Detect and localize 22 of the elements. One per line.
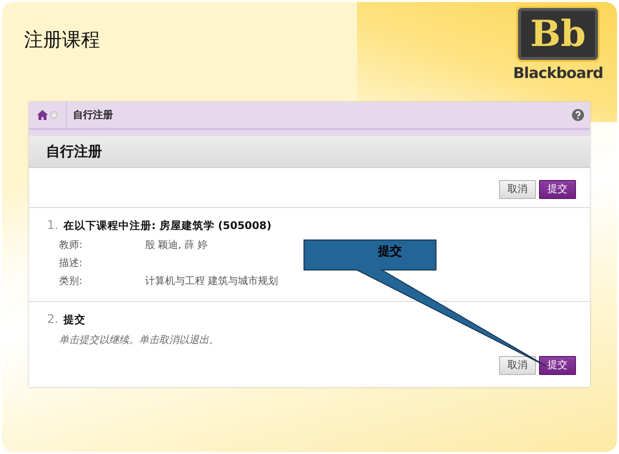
page-title: 自行注册 (29, 136, 590, 168)
field-value: 殷 颖迪, 薛 婷 (145, 238, 208, 253)
step-title: 提交 (63, 312, 86, 328)
logo-mark: Bb (518, 8, 598, 60)
field-label: 类别: (59, 274, 84, 289)
submit-button[interactable]: 提交 (539, 180, 576, 199)
step-number: 2. (47, 310, 58, 328)
help-icon[interactable] (572, 109, 584, 121)
instruction-text: 单击提交以继续。单击取消以退出。 (59, 334, 220, 348)
breadcrumb-item[interactable]: 自行注册 (67, 108, 113, 122)
slide-title: 注册课程 (24, 28, 100, 53)
callout-text: 提交 (376, 243, 403, 260)
home-icon[interactable] (37, 110, 48, 120)
step-title: 在以下课程中注册: 房屋建筑学 (505008) (63, 219, 272, 234)
submit-button[interactable]: 提交 (539, 356, 576, 374)
cancel-button[interactable]: 取消 (499, 180, 536, 199)
field-label: 描述: (59, 256, 84, 271)
field-value: 计算机与工程 建筑与城市规划 (145, 274, 278, 289)
cancel-button[interactable]: 取消 (499, 356, 536, 374)
logo-text: Blackboard (513, 63, 603, 84)
step-number: 1. (47, 217, 58, 234)
field-label: 教师: (59, 238, 84, 253)
